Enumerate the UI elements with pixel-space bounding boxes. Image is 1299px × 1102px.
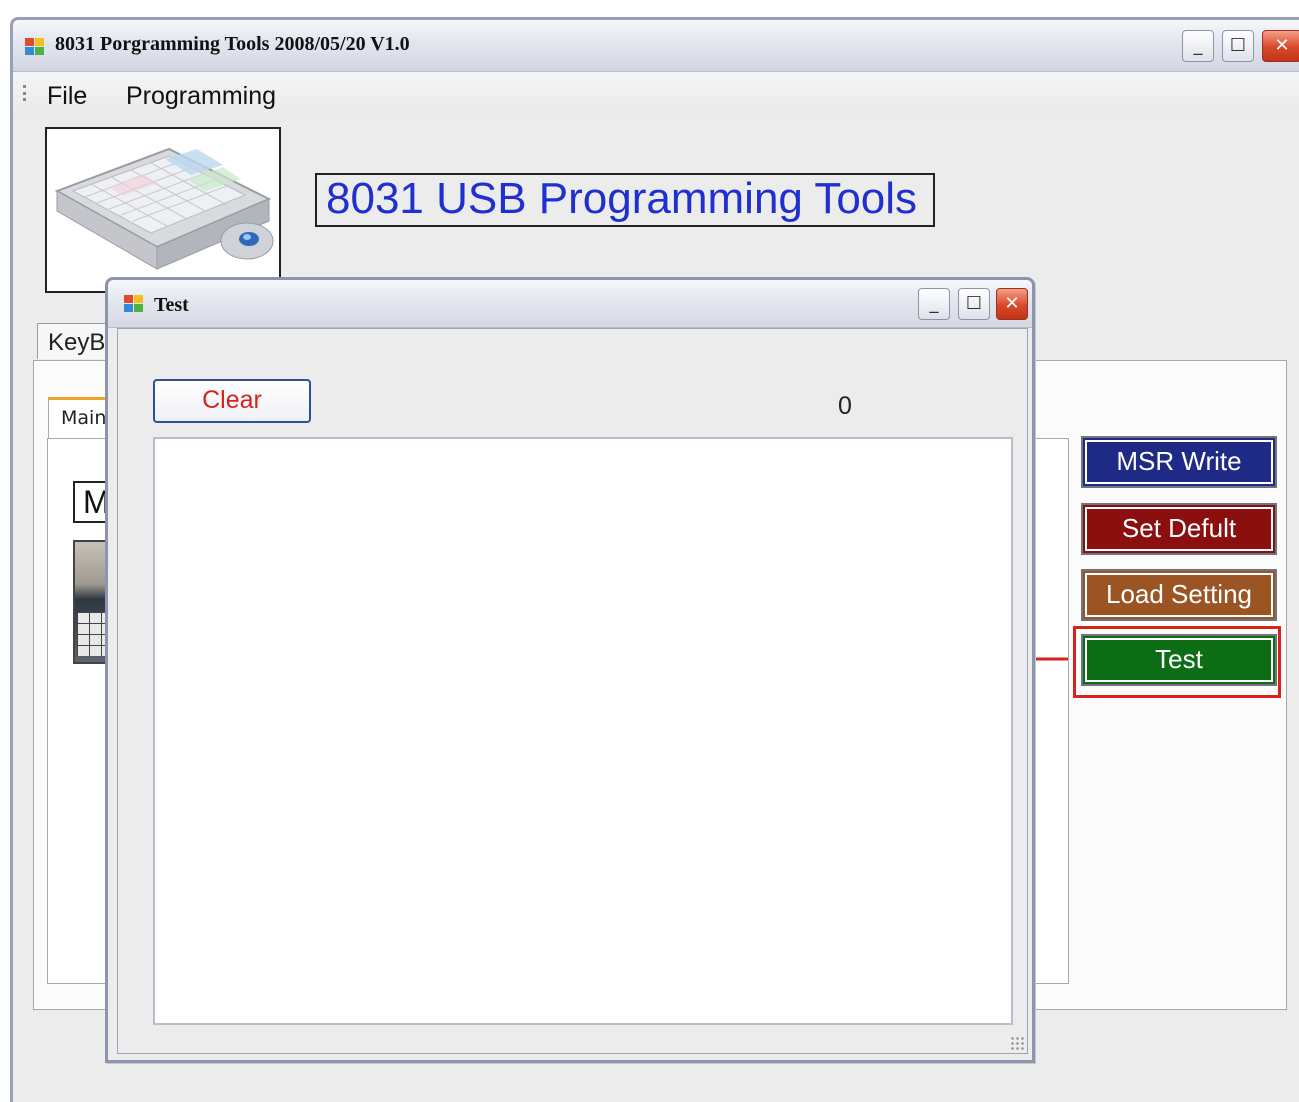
msr-write-button[interactable]: MSR Write	[1081, 436, 1277, 488]
input-counter: 0	[838, 392, 852, 420]
test-dialog: Test _ ☐ ✕ Clear 0	[105, 277, 1035, 1063]
resize-grip[interactable]	[1010, 1036, 1024, 1050]
test-dialog-title: Test	[154, 294, 189, 316]
close-icon: ✕	[1004, 293, 1020, 314]
close-button[interactable]: ✕	[1262, 30, 1299, 62]
menu-grip	[23, 85, 26, 101]
set-default-button[interactable]: Set Defult	[1081, 503, 1277, 555]
keyboard-illustration	[54, 147, 274, 270]
minimize-icon: _	[929, 293, 939, 314]
dialog-close-button[interactable]: ✕	[996, 288, 1028, 320]
minimize-button[interactable]: _	[1182, 30, 1214, 62]
test-output-textarea[interactable]	[153, 437, 1013, 1025]
app-icon	[25, 38, 45, 56]
dialog-maximize-button[interactable]: ☐	[958, 288, 990, 320]
dialog-app-icon	[124, 295, 144, 313]
maximize-icon: ☐	[965, 293, 983, 314]
keyboard-device-image	[45, 127, 281, 293]
test-button-highlight	[1073, 626, 1281, 698]
page-heading: 8031 USB Programming Tools	[315, 173, 935, 227]
test-dialog-titlebar[interactable]: Test _ ☐ ✕	[108, 280, 1032, 328]
maximize-button[interactable]: ☐	[1222, 30, 1254, 62]
main-window-title: 8031 Porgramming Tools 2008/05/20 V1.0	[55, 33, 410, 55]
minimize-icon: _	[1193, 35, 1203, 56]
load-setting-button[interactable]: Load Setting	[1081, 569, 1277, 621]
menu-programming[interactable]: Programming	[126, 82, 276, 111]
dialog-minimize-button[interactable]: _	[918, 288, 950, 320]
close-icon: ✕	[1274, 35, 1290, 56]
menu-file[interactable]: File	[47, 82, 87, 111]
clear-button[interactable]: Clear	[153, 379, 311, 423]
maximize-icon: ☐	[1229, 35, 1247, 56]
main-titlebar[interactable]: 8031 Porgramming Tools 2008/05/20 V1.0 _…	[13, 20, 1299, 72]
menu-bar: File Programming	[13, 72, 1299, 118]
